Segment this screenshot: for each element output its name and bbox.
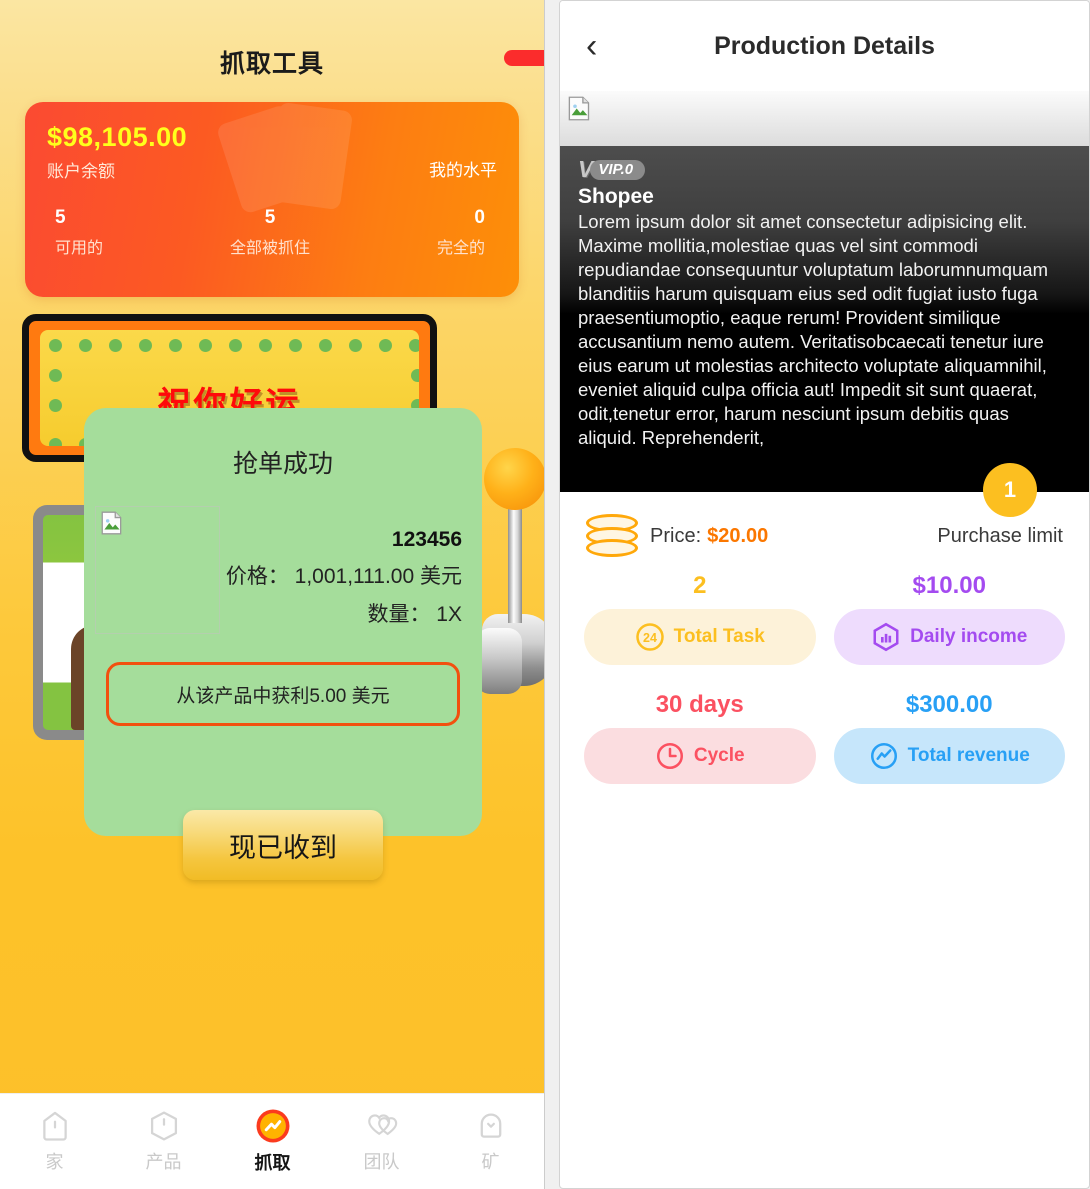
total-task-value: 2	[693, 572, 707, 600]
price-value: $20.00	[707, 524, 769, 547]
nav-item-team[interactable]: 团队	[327, 1094, 436, 1189]
cycle-label: Cycle	[693, 745, 745, 767]
stat-available-value: 5	[55, 207, 66, 228]
nav-item-claw[interactable]: 抓取	[218, 1094, 327, 1189]
total-task-label: Total Task	[673, 626, 765, 648]
production-details-panel: ‹ Production Details V VIP.0 Shopee Lore…	[559, 0, 1090, 1189]
coin-stack-icon	[586, 514, 638, 558]
order-success-dialog: 抢单成功 123456 价格： 1,001,111.00 美元 数量： 1X 从	[84, 408, 482, 880]
details-title: Production Details	[714, 31, 935, 60]
team-icon	[367, 1114, 397, 1136]
page-title: 抓取工具	[219, 50, 324, 78]
chevron-left-icon[interactable]: ‹	[586, 29, 597, 63]
joystick-ball[interactable]	[484, 448, 544, 510]
stat-total-revenue: $300.00 Total revenue	[833, 691, 1065, 785]
claw-icon	[256, 1109, 289, 1143]
dialog-body: 123456 价格： 1,001,111.00 美元 数量： 1X	[84, 480, 482, 634]
side-red-tab[interactable]	[504, 50, 544, 66]
stat-daily-income: $10.00 Daily income	[833, 572, 1065, 666]
order-quantity: 数量： 1X	[367, 603, 462, 626]
total-revenue-label: Total revenue	[907, 745, 1030, 767]
mine-icon	[480, 1113, 501, 1138]
order-price: 价格： 1,001,111.00 美元	[225, 565, 462, 588]
broken-image-icon	[101, 511, 122, 535]
cycle-pill[interactable]: Cycle	[584, 728, 816, 785]
stat-available: 5 可用的	[47, 207, 198, 258]
home-icon	[42, 1111, 67, 1141]
nav-label-team: 团队	[363, 1152, 400, 1172]
clock-icon	[656, 743, 683, 770]
product-description-block: V VIP.0 Shopee Lorem ipsum dolor sit ame…	[560, 146, 1089, 493]
stat-total-task: 2 24 Total Task	[584, 572, 816, 666]
details-banner	[560, 91, 1089, 146]
stat-available-label: 可用的	[55, 240, 104, 257]
vip-level-label: VIP.0	[590, 159, 646, 180]
confirm-received-button[interactable]: 现已收到	[183, 810, 383, 880]
joystick-stick	[508, 503, 522, 623]
bottom-navigation: 家 产品 抓取 团队 矿	[0, 1093, 544, 1189]
purchase-limit-label: Purchase limit	[937, 524, 1063, 547]
details-header: ‹ Production Details	[560, 1, 1089, 91]
vip-badge: V VIP.0	[578, 156, 646, 183]
balance-card: $98,105.00 账户余额 我的水平 5 可用的 5 全部被抓住 0 完全的	[25, 102, 519, 297]
trend-up-icon	[870, 743, 897, 770]
balance-label: 账户余额	[47, 162, 115, 181]
total-task-pill[interactable]: 24 Total Task	[584, 609, 816, 666]
stats-grid: 2 24 Total Task $10.00 Daily income 30 d…	[560, 558, 1089, 785]
claw-game-panel: 抓取工具 $98,105.00 账户余额 我的水平 5 可用的 5 全部被抓住	[0, 0, 545, 1189]
nav-label-products: 产品	[145, 1152, 182, 1172]
order-code: 123456	[391, 528, 462, 551]
chart-bar-icon	[873, 623, 899, 652]
daily-income-pill[interactable]: Daily income	[833, 609, 1065, 666]
stat-cycle: 30 days Cycle	[584, 691, 816, 785]
box-icon	[150, 1111, 177, 1141]
joystick-control[interactable]	[476, 448, 544, 708]
nav-label-claw: 抓取	[254, 1153, 291, 1173]
broken-image-icon	[568, 96, 590, 121]
ticket-watermark-icon	[218, 103, 352, 213]
product-thumbnail	[95, 506, 220, 634]
task-24-icon: 24	[635, 623, 664, 652]
description-text: Lorem ipsum dolor sit amet consectetur a…	[578, 211, 1048, 449]
app-screen: 抓取工具 $98,105.00 账户余额 我的水平 5 可用的 5 全部被抓住	[0, 0, 1090, 1189]
dialog-title: 抢单成功	[232, 450, 333, 478]
nav-label-home: 家	[45, 1152, 64, 1172]
profit-box: 从该产品中获利5.00 美元	[106, 662, 460, 726]
price-label: Price:	[650, 524, 702, 547]
nav-item-home[interactable]: 家	[0, 1094, 109, 1189]
joystick-base-front	[476, 628, 522, 694]
svg-text:24: 24	[643, 631, 657, 645]
cycle-value: 30 days	[655, 691, 744, 719]
brand-name: Shopee	[578, 185, 654, 208]
total-revenue-value: $300.00	[905, 691, 993, 719]
nav-item-products[interactable]: 产品	[109, 1094, 218, 1189]
purchase-limit-badge: 1	[983, 463, 1037, 517]
nav-label-mine: 矿	[481, 1152, 500, 1172]
nav-item-mine[interactable]: 矿	[436, 1094, 544, 1189]
stats-row-spacer	[584, 669, 1065, 687]
total-revenue-pill[interactable]: Total revenue	[833, 728, 1065, 785]
daily-income-label: Daily income	[910, 626, 1028, 648]
dialog-info: 123456 价格： 1,001,111.00 美元 数量： 1X	[220, 506, 464, 634]
daily-income-value: $10.00	[912, 572, 986, 600]
